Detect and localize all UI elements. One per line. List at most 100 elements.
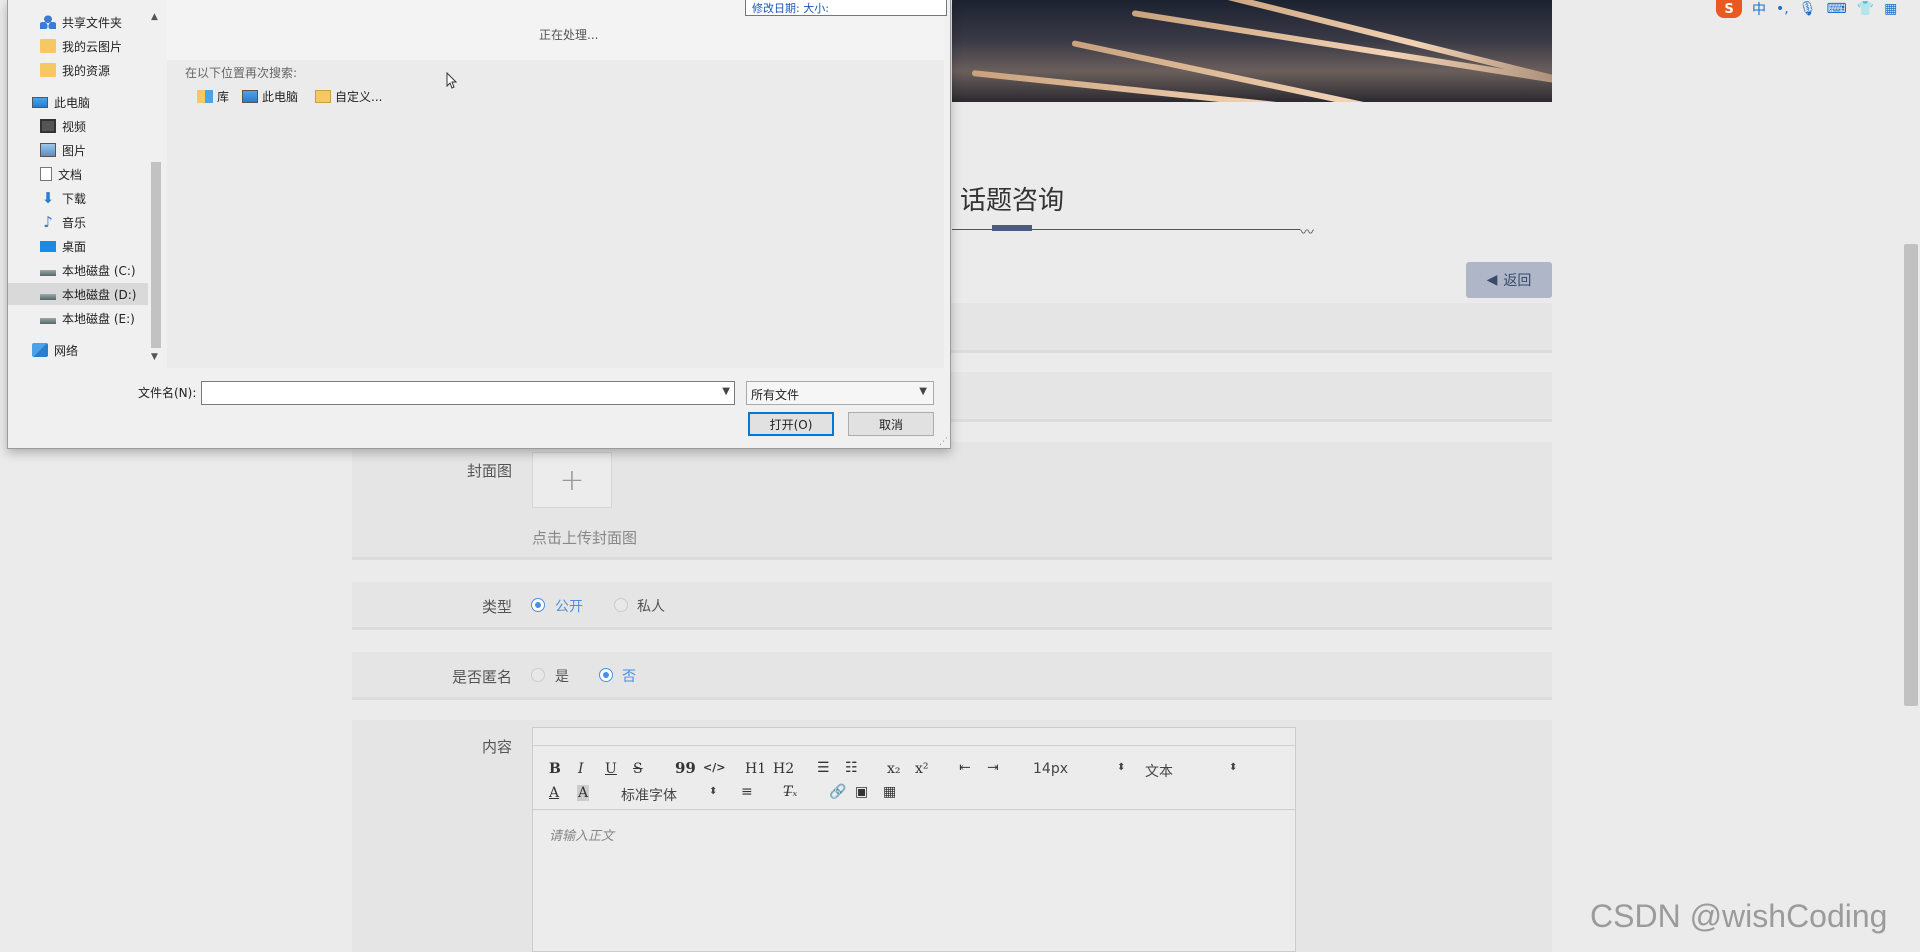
drive-icon bbox=[40, 294, 56, 300]
nav-item-network[interactable]: 网络 bbox=[8, 339, 148, 361]
anonymous-option-yes[interactable]: 是 bbox=[555, 666, 569, 686]
resize-grip-icon[interactable]: ⋰ bbox=[939, 437, 948, 447]
nav-item-label: 网络 bbox=[54, 343, 79, 358]
grid-icon[interactable]: ▦ bbox=[1884, 1, 1897, 17]
link-icon[interactable]: 🔗 bbox=[829, 784, 846, 800]
font-size-value: 14px bbox=[1033, 761, 1068, 777]
type-radio-public[interactable] bbox=[531, 598, 545, 612]
nav-item-drive-c[interactable]: 本地磁盘 (C:) bbox=[8, 259, 148, 281]
text-style-value: 文本 bbox=[1145, 764, 1173, 780]
nav-item-label: 视频 bbox=[62, 119, 87, 134]
watermark: CSDN @wishCoding bbox=[1590, 898, 1888, 934]
search-location-custom[interactable]: 自定义... bbox=[315, 88, 382, 105]
search-location-label: 自定义... bbox=[335, 90, 383, 104]
library-icon bbox=[197, 90, 213, 103]
chinese-mode-icon[interactable]: 中 bbox=[1752, 0, 1766, 19]
search-location-label: 此电脑 bbox=[262, 90, 299, 104]
type-radio-private[interactable] bbox=[614, 598, 628, 612]
nav-item-label: 下载 bbox=[62, 191, 87, 206]
nav-item-label: 我的资源 bbox=[62, 63, 111, 78]
outdent-icon[interactable]: ⇤ bbox=[959, 760, 971, 776]
nav-item-drive-e[interactable]: 本地磁盘 (E:) bbox=[8, 307, 148, 329]
chevron-down-icon[interactable]: ▼ bbox=[722, 386, 730, 397]
nav-item-shared-folder[interactable]: 共享文件夹 bbox=[8, 11, 148, 33]
align-icon[interactable]: ≡ bbox=[741, 784, 753, 800]
nav-item-desktop[interactable]: 桌面 bbox=[8, 235, 148, 257]
video-icon[interactable]: ▦ bbox=[883, 784, 896, 800]
search-again-label: 在以下位置再次搜索: bbox=[185, 66, 298, 80]
ordered-list-icon[interactable]: ☰ bbox=[817, 760, 830, 776]
processing-text: 正在处理... bbox=[539, 28, 599, 42]
navigation-pane: 共享文件夹 我的云图片 我的资源 此电脑 视频 图片 文档 ⬇ 下载 ♪ 音乐 … bbox=[8, 0, 148, 368]
file-type-value: 所有文件 bbox=[751, 388, 800, 402]
superscript-button[interactable]: x² bbox=[915, 761, 929, 777]
nav-item-cloud-pictures[interactable]: 我的云图片 bbox=[8, 35, 148, 57]
search-location-this-pc[interactable]: 此电脑 bbox=[242, 88, 298, 105]
back-button[interactable]: ◀ 返回 bbox=[1466, 262, 1552, 298]
editor-toolbar: B I U S 99 </> H1 H2 ☰ ☷ x₂ x² ⇤ ⇥ 14px … bbox=[533, 746, 1295, 810]
font-family-select[interactable]: 标准字体 ⬍ bbox=[621, 785, 717, 805]
nav-item-this-pc[interactable]: 此电脑 bbox=[8, 91, 148, 113]
nav-item-pictures[interactable]: 图片 bbox=[8, 139, 148, 161]
heading2-button[interactable]: H2 bbox=[773, 761, 794, 777]
keyboard-icon[interactable]: ⌨ bbox=[1827, 1, 1847, 17]
blockquote-button[interactable]: 99 bbox=[675, 759, 696, 777]
scroll-down-icon[interactable]: ▼ bbox=[151, 352, 158, 362]
page-scrollbar[interactable] bbox=[1904, 244, 1918, 706]
nav-item-my-resources[interactable]: 我的资源 bbox=[8, 59, 148, 81]
section-underline-accent bbox=[992, 225, 1032, 231]
shirt-icon[interactable]: 👕 bbox=[1857, 1, 1874, 17]
underline-button[interactable]: U bbox=[605, 761, 617, 777]
clear-format-icon[interactable]: T̶ₓ bbox=[783, 784, 797, 800]
anonymous-option-no[interactable]: 否 bbox=[622, 666, 636, 686]
folder-icon bbox=[40, 39, 56, 53]
open-button[interactable]: 打开(O) bbox=[748, 412, 834, 436]
nav-item-downloads[interactable]: ⬇ 下载 bbox=[8, 187, 148, 209]
shared-folder-icon bbox=[40, 15, 56, 29]
microphone-icon[interactable]: 🎙 bbox=[1799, 1, 1817, 17]
font-size-select[interactable]: 14px ⬍ bbox=[1033, 761, 1125, 777]
anonymous-label: 是否匿名 bbox=[451, 668, 512, 686]
type-label: 类型 bbox=[481, 598, 512, 616]
type-option-public[interactable]: 公开 bbox=[555, 596, 583, 616]
cover-upload-button[interactable]: + bbox=[532, 452, 612, 508]
punctuation-icon[interactable]: •, bbox=[1776, 1, 1789, 17]
sogou-ime-icon[interactable]: S bbox=[1716, 0, 1742, 18]
anonymous-radio-yes[interactable] bbox=[531, 668, 545, 682]
background-color-icon[interactable]: A bbox=[577, 785, 590, 801]
type-option-private[interactable]: 私人 bbox=[637, 596, 665, 616]
custom-folder-icon bbox=[315, 90, 331, 103]
heading1-button[interactable]: H1 bbox=[745, 761, 766, 777]
nav-item-label: 此电脑 bbox=[54, 95, 91, 110]
mouse-cursor-icon bbox=[446, 71, 458, 90]
computer-icon bbox=[242, 90, 258, 103]
folder-icon bbox=[40, 63, 56, 77]
anonymous-radio-no[interactable] bbox=[599, 668, 613, 682]
cancel-button[interactable]: 取消 bbox=[848, 412, 934, 436]
cover-label: 封面图 bbox=[466, 462, 512, 480]
scroll-up-icon[interactable]: ▲ bbox=[151, 12, 158, 22]
search-location-label: 库 bbox=[217, 90, 230, 104]
editor-top-border bbox=[533, 728, 1295, 746]
font-color-icon[interactable]: A bbox=[549, 785, 559, 801]
subscript-button[interactable]: x₂ bbox=[887, 761, 901, 777]
strikethrough-button[interactable]: S bbox=[633, 761, 643, 777]
bullet-list-icon[interactable]: ☷ bbox=[845, 760, 858, 776]
code-block-button[interactable]: </> bbox=[703, 761, 725, 774]
nav-item-drive-d[interactable]: 本地磁盘 (D:) bbox=[8, 283, 148, 305]
filename-label: 文件名(N): bbox=[138, 386, 197, 400]
editor-placeholder[interactable]: 请输入正文 bbox=[549, 825, 614, 844]
nav-item-videos[interactable]: 视频 bbox=[8, 115, 148, 137]
indent-icon[interactable]: ⇥ bbox=[987, 760, 999, 776]
bold-button[interactable]: B bbox=[549, 761, 561, 777]
nav-item-music[interactable]: ♪ 音乐 bbox=[8, 211, 148, 233]
text-style-select[interactable]: 文本 ⬍ bbox=[1145, 761, 1237, 781]
file-type-select[interactable]: 所有文件 ▼ bbox=[746, 381, 934, 405]
navigation-scrollbar-thumb[interactable] bbox=[151, 162, 161, 348]
image-icon[interactable]: ▣ bbox=[855, 784, 868, 800]
search-location-library[interactable]: 库 bbox=[197, 88, 229, 105]
filename-input[interactable]: ▼ bbox=[201, 381, 735, 405]
navigation-scrollbar[interactable]: ▲ ▼ bbox=[148, 0, 164, 368]
nav-item-documents[interactable]: 文档 bbox=[8, 163, 148, 185]
italic-button[interactable]: I bbox=[578, 761, 584, 777]
